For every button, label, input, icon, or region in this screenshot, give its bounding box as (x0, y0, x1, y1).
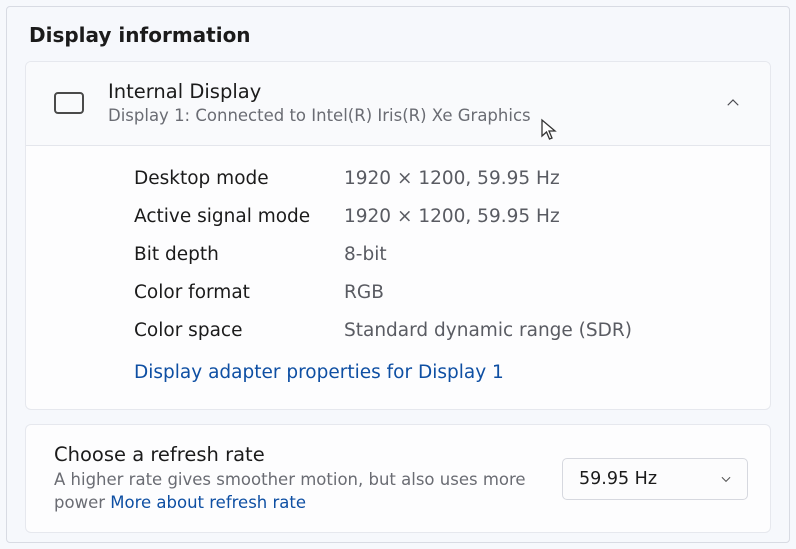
detail-row: Bit depth 8-bit (134, 236, 742, 274)
detail-label: Bit depth (134, 243, 344, 267)
refresh-title: Choose a refresh rate (54, 443, 544, 467)
detail-value: Standard dynamic range (SDR) (344, 319, 632, 343)
display-adapter-properties-link[interactable]: Display adapter properties for Display 1 (134, 350, 742, 401)
refresh-rate-selected: 59.95 Hz (579, 469, 657, 489)
display-detail-list: Desktop mode 1920 × 1200, 59.95 Hz Activ… (26, 146, 770, 409)
chevron-down-icon (719, 472, 733, 486)
detail-row: Color format RGB (134, 274, 742, 312)
expander-title: Internal Display (108, 80, 718, 104)
chevron-up-icon (718, 94, 748, 112)
detail-label: Color format (134, 281, 344, 305)
detail-value: 1920 × 1200, 59.95 Hz (344, 205, 560, 229)
detail-label: Active signal mode (134, 205, 344, 229)
detail-value: 8-bit (344, 243, 387, 267)
expander-text: Internal Display Display 1: Connected to… (108, 80, 718, 127)
section-title: Display information (29, 23, 771, 47)
detail-value: 1920 × 1200, 59.95 Hz (344, 167, 560, 191)
refresh-subtitle: A higher rate gives smoother motion, but… (54, 469, 544, 514)
monitor-icon (54, 92, 84, 114)
detail-row: Color space Standard dynamic range (SDR) (134, 312, 742, 350)
detail-value: RGB (344, 281, 384, 305)
detail-row: Desktop mode 1920 × 1200, 59.95 Hz (134, 160, 742, 198)
more-about-refresh-rate-link[interactable]: More about refresh rate (110, 493, 306, 512)
detail-label: Desktop mode (134, 167, 344, 191)
internal-display-expander[interactable]: Internal Display Display 1: Connected to… (26, 62, 770, 146)
display-information-panel: Display information Internal Display Dis… (6, 6, 790, 543)
detail-label: Color space (134, 319, 344, 343)
refresh-text: Choose a refresh rate A higher rate give… (54, 443, 562, 514)
refresh-rate-row: Choose a refresh rate A higher rate give… (26, 425, 770, 532)
refresh-rate-card: Choose a refresh rate A higher rate give… (25, 424, 771, 533)
internal-display-card: Internal Display Display 1: Connected to… (25, 61, 771, 410)
expander-subtitle: Display 1: Connected to Intel(R) Iris(R)… (108, 105, 718, 126)
refresh-rate-dropdown[interactable]: 59.95 Hz (562, 458, 748, 500)
detail-row: Active signal mode 1920 × 1200, 59.95 Hz (134, 198, 742, 236)
